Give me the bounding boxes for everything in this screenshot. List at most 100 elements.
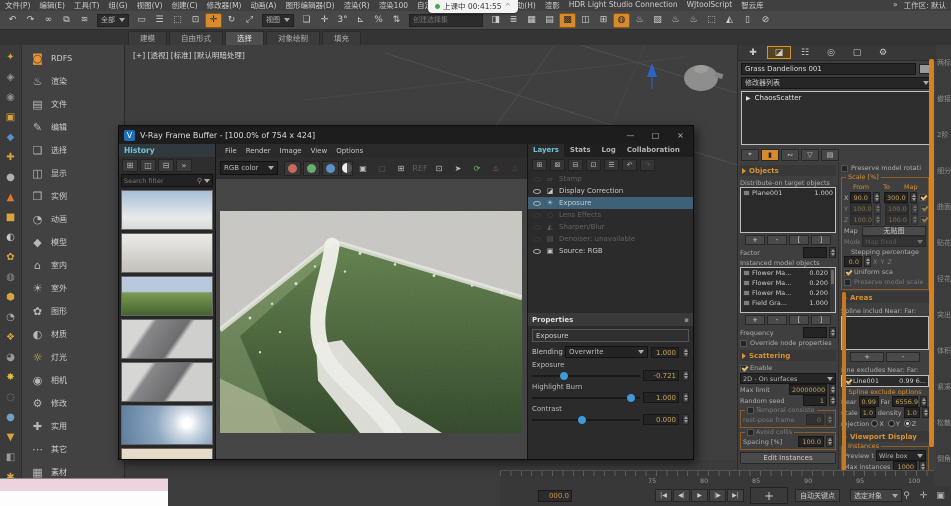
window-button[interactable]: — (618, 126, 643, 144)
list-scrollbar[interactable] (830, 268, 835, 312)
slider-handle[interactable] (560, 372, 568, 380)
stack-button[interactable]: ⌖ (741, 149, 759, 161)
menu-item[interactable]: 组(G) (108, 0, 127, 11)
vfb-canvas[interactable] (216, 179, 527, 459)
spinner-icon[interactable] (682, 347, 689, 358)
layers-tool-icon[interactable]: ↶ (622, 159, 637, 171)
modifier-stack-row[interactable]: ▶ ChaosScatter (742, 92, 932, 104)
ribbon-tab[interactable]: 建模 (128, 31, 167, 45)
toolbar-icon[interactable]: ⧉ (58, 13, 75, 28)
scale-to-field[interactable]: 100.0 (885, 214, 909, 225)
stack-button[interactable]: ▮ (761, 149, 779, 161)
toolbar-icon[interactable]: ↶ (4, 13, 21, 28)
toolbar-icon[interactable]: ▩ (559, 13, 576, 28)
toolbar-icon[interactable]: ◭ (721, 13, 738, 28)
properties-options-icon[interactable]: ▪ (684, 316, 689, 324)
mode-dropdown[interactable]: Map fixed (862, 236, 926, 247)
sidebar-tool-icon[interactable]: ● (2, 407, 20, 427)
map-button[interactable]: 无贴图 (862, 226, 926, 236)
render-history-thumbnail[interactable] (121, 319, 213, 359)
cutoff-menu-item[interactable]: 曲面 (937, 189, 951, 225)
spinner-icon[interactable] (874, 214, 881, 225)
scale-map-checkbox[interactable] (920, 205, 927, 212)
history-search-input[interactable] (124, 177, 195, 185)
spinner-icon[interactable] (922, 407, 929, 418)
sidebar-category-item[interactable]: ◔ 动画 (22, 208, 124, 231)
cutoff-menu-item[interactable]: 径花 (937, 261, 951, 297)
history-button[interactable]: ⊞ (122, 159, 138, 172)
set-key-button[interactable]: + (750, 487, 788, 504)
visibility-eye-icon[interactable] (533, 249, 541, 254)
layer-row[interactable]: ▤ Denoiser: unavailable (528, 233, 693, 245)
scale-map-checkbox[interactable] (920, 216, 927, 223)
window-button[interactable]: × (668, 126, 693, 144)
maxscript-mini-listener[interactable] (0, 478, 168, 506)
transport-button[interactable]: ◀| (673, 489, 690, 502)
layer-row[interactable]: ◪ Display Correction (528, 185, 693, 197)
toolbar-icon[interactable]: ⊞ (595, 13, 612, 28)
render-history-thumbnail[interactable] (121, 362, 213, 402)
sidebar-category-item[interactable]: ✚ 实用 (22, 415, 124, 438)
spinner-icon[interactable] (682, 414, 689, 425)
toolbar-icon[interactable]: ♨ (667, 13, 684, 28)
max-instances-field[interactable]: 1000 (893, 461, 917, 470)
sidebar-tool-icon[interactable]: ◉ (2, 87, 20, 107)
named-selection-set-input[interactable] (409, 14, 483, 27)
sidebar-tool-icon[interactable]: ◆ (2, 127, 20, 147)
vfb-toolbar-icon[interactable]: ⊡ (431, 161, 447, 175)
slider-value-field[interactable]: 0.000 (643, 414, 679, 425)
slider-track[interactable] (532, 397, 640, 399)
spinner-icon[interactable] (829, 384, 836, 395)
toolbar-icon[interactable]: ❏ (298, 13, 315, 28)
cutoff-menu-item[interactable]: 紧凑 (937, 369, 951, 405)
menu-item[interactable]: 视图(V) (137, 0, 163, 11)
sidebar-category-item[interactable]: ☀ 室外 (22, 277, 124, 300)
scatter-mode-dropdown[interactable]: 2D - On surfaces (740, 373, 836, 384)
sidebar-category-item[interactable]: ◐ 材质 (22, 323, 124, 346)
rejection-axis-option[interactable]: X (871, 420, 883, 428)
rollout-arrow-icon[interactable] (742, 353, 746, 359)
sidebar-tool-icon[interactable]: ◧ (2, 447, 20, 467)
viewport-nav-icon[interactable]: ✛ (917, 489, 930, 502)
preview-type-dropdown[interactable]: Wire box (876, 450, 926, 461)
toolbar-icon[interactable]: ⊡ (187, 13, 204, 28)
menu-item[interactable]: 渲染(R) (344, 0, 370, 11)
toolbar-icon[interactable]: ♨ (631, 13, 648, 28)
toolbar-icon[interactable]: ↻ (223, 13, 240, 28)
stepping-axis-label[interactable]: Y (880, 258, 884, 266)
render-history-thumbnail[interactable] (121, 233, 213, 273)
distribute-objects-list[interactable]: Plane001 1.000 (740, 187, 836, 233)
toolbar-icon[interactable]: ⬚ (169, 13, 186, 28)
channel-dropdown[interactable]: RGB color (220, 161, 278, 175)
sidebar-tool-icon[interactable]: ▼ (2, 427, 20, 447)
command-panel-tab[interactable]: ☷ (793, 46, 817, 59)
coordinate-field[interactable]: 000.0 (538, 490, 572, 502)
list-button[interactable]: ] (811, 315, 831, 325)
sidebar-category-item[interactable]: ◫ 显示 (22, 162, 124, 185)
transport-button[interactable]: |◀ (655, 489, 672, 502)
selection-filter-dropdown[interactable]: 选定对象 (850, 489, 902, 502)
viewport-nav-icon[interactable]: ⚲ (900, 489, 913, 502)
render-history-thumbnail[interactable] (121, 405, 213, 445)
list-button[interactable]: ] (811, 235, 831, 245)
channel-toggle[interactable] (284, 161, 301, 176)
layers-tool-icon[interactable]: ⊞ (532, 159, 547, 171)
stack-button[interactable]: ▤ (821, 149, 839, 161)
sidebar-category-item[interactable]: ⋯ 其它 (22, 438, 124, 461)
history-search-box[interactable]: ⚲ (121, 174, 213, 187)
transport-button[interactable]: ▶| (727, 489, 744, 502)
layers-tool-icon[interactable]: ⊠ (550, 159, 565, 171)
transport-button[interactable]: ▶ (691, 489, 708, 502)
cutoff-menu-item[interactable]: 2阶 (937, 117, 951, 153)
layer-row[interactable]: ◭ Sharpen/Blur (528, 221, 693, 233)
rollout-title[interactable]: Viewport Display (850, 433, 917, 441)
menu-item[interactable]: 智云库 (741, 0, 764, 11)
timeline-ruler[interactable]: 7580859095100 (500, 470, 934, 486)
list-item[interactable]: Field Gra... 1.000 (741, 298, 830, 308)
vfb-toolbar-icon[interactable]: REF (412, 161, 428, 175)
object-name-field[interactable]: Grass Dandelions 001 (741, 63, 916, 75)
stack-button[interactable]: ∾ (781, 149, 799, 161)
visibility-eye-icon[interactable] (533, 213, 541, 218)
layer-row[interactable]: ▣ Source: RGB (528, 245, 693, 257)
scale-map-checkbox[interactable] (919, 194, 926, 201)
